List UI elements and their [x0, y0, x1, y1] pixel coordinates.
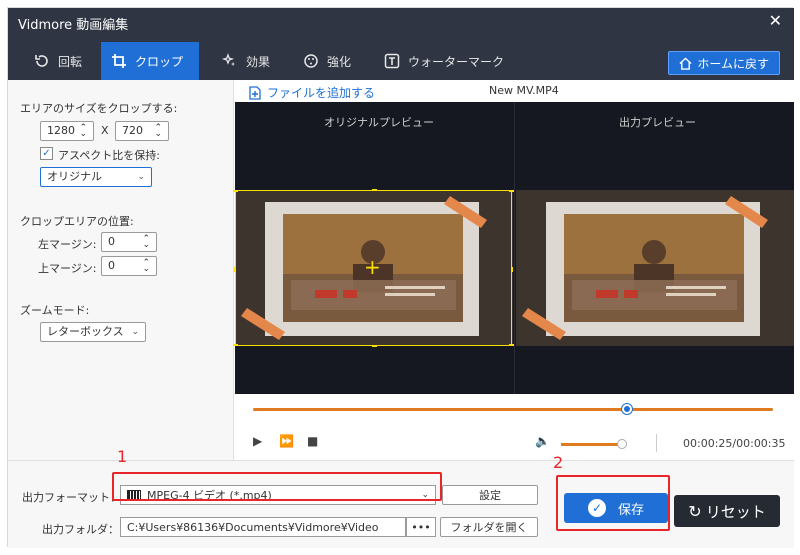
crop-size-label: エリアのサイズをクロップする:	[20, 102, 178, 115]
reset-button-label: リセット	[705, 502, 766, 521]
rotate-icon	[34, 53, 50, 69]
crop-icon	[111, 53, 127, 69]
annotation-box-format	[112, 472, 442, 501]
timecode: 00:00:25/00:00:35	[683, 437, 786, 450]
enhance-icon	[303, 53, 319, 69]
add-file-button[interactable]: ファイルを追加する	[249, 84, 375, 101]
tab-crop-label: クロップ	[135, 54, 184, 69]
tab-rotate-label: 回転	[58, 54, 83, 69]
settings-button[interactable]: 設定	[442, 485, 538, 505]
close-icon[interactable]: ✕	[769, 11, 782, 30]
zoom-mode-value: レターボックス	[47, 325, 124, 338]
chevron-down-icon: ⌄	[131, 327, 139, 337]
keep-aspect-label: アスペクト比を保持:	[58, 149, 160, 162]
checkmark-icon: ✓	[42, 148, 51, 159]
tab-enhance[interactable]: 強化	[293, 42, 361, 80]
original-preview-label: オリジナルプレビュー	[324, 116, 434, 129]
file-name: New MV.MP4	[489, 84, 559, 97]
tab-crop[interactable]: クロップ	[101, 42, 199, 80]
aspect-ratio-value: オリジナル	[47, 170, 102, 183]
left-margin-label: 左マージン:	[38, 238, 97, 251]
preview-header: ファイルを追加する New MV.MP4	[235, 80, 794, 102]
playback-controls: ▶ ⏩ ■ 🔈 00:00:25/00:00:35	[235, 394, 794, 460]
spinner-icon: ⌃ ⌄	[142, 258, 150, 274]
annotation-number-1: 1	[117, 447, 128, 466]
spinner-icon: ⌃ ⌄	[154, 123, 162, 139]
add-file-label: ファイルを追加する	[267, 86, 376, 100]
tab-effect[interactable]: 効果	[212, 42, 280, 80]
tab-enhance-label: 強化	[327, 54, 352, 69]
crop-frame[interactable]: +	[233, 189, 514, 347]
reset-icon: ↻	[688, 501, 702, 521]
home-icon	[679, 56, 692, 70]
zoom-mode-select[interactable]: レターボックス ⌄	[40, 322, 146, 342]
home-button-label: ホームに戻す	[697, 56, 769, 71]
app-window: Vidmore 動画編集 ✕ 回転 クロップ 効果 強化 ウォーターマーク ホー…	[7, 7, 794, 548]
zoom-mode-label: ズームモード:	[20, 304, 90, 317]
tab-effect-label: 効果	[246, 54, 271, 69]
volume-icon[interactable]: 🔈	[535, 434, 550, 448]
left-margin-value: 0	[108, 235, 115, 248]
annotation-number-2: 2	[553, 453, 564, 472]
seek-bar[interactable]	[253, 408, 773, 411]
browse-button[interactable]: •••	[406, 517, 436, 537]
crop-height-input[interactable]: 720 ⌃ ⌄	[115, 121, 169, 141]
output-folder-label: 出力フォルダ：	[42, 523, 119, 536]
crop-width-input[interactable]: 1280 ⌃ ⌄	[40, 121, 94, 141]
crop-height-value: 720	[122, 124, 143, 137]
left-margin-input[interactable]: 0 ⌃ ⌄	[101, 232, 157, 252]
crop-settings-panel: エリアのサイズをクロップする: 1280 ⌃ ⌄ X 720 ⌃ ⌄ ✓ アスペクト…	[8, 80, 234, 460]
add-file-icon	[249, 85, 261, 100]
seek-thumb[interactable]	[622, 404, 633, 414]
effect-icon	[222, 53, 238, 69]
crosshair-icon: +	[364, 255, 381, 279]
crop-width-value: 1280	[47, 124, 75, 137]
tab-rotate[interactable]: 回転	[24, 42, 92, 80]
home-button[interactable]: ホームに戻す	[668, 51, 780, 75]
annotation-box-save	[556, 475, 670, 531]
crop-position-label: クロップエリアの位置:	[20, 215, 134, 228]
volume-thumb[interactable]	[617, 439, 627, 449]
aspect-ratio-select[interactable]: オリジナル ⌄	[40, 167, 152, 187]
watermark-icon	[384, 53, 400, 69]
preview-divider	[514, 102, 515, 394]
stop-icon[interactable]: ■	[307, 434, 318, 448]
fast-forward-icon[interactable]: ⏩	[279, 434, 294, 448]
top-margin-value: 0	[108, 259, 115, 272]
controls-separator	[656, 434, 657, 452]
edit-toolbar: 回転 クロップ 効果 強化 ウォーターマーク ホームに戻す	[8, 36, 794, 80]
title-bar: Vidmore 動画編集 ✕	[8, 8, 794, 36]
output-format-label: 出力フォーマット：	[22, 491, 121, 504]
output-video-frame	[516, 190, 794, 346]
preview-area: オリジナルプレビュー 出力プレビュー +	[233, 102, 794, 394]
spinner-icon: ⌃ ⌄	[142, 234, 150, 250]
tab-watermark[interactable]: ウォーターマーク	[374, 42, 514, 80]
play-icon[interactable]: ▶	[253, 434, 262, 448]
window-title: Vidmore 動画編集	[18, 18, 129, 33]
chevron-down-icon: ⌄	[137, 172, 145, 182]
top-margin-label: 上マージン:	[38, 262, 97, 275]
times-sign: X	[101, 124, 109, 137]
open-folder-button[interactable]: フォルダを開く	[440, 517, 538, 537]
reset-button[interactable]: ↻ リセット	[674, 495, 780, 527]
tab-watermark-label: ウォーターマーク	[408, 54, 505, 69]
output-preview-label: 出力プレビュー	[619, 116, 696, 129]
keep-aspect-checkbox[interactable]: ✓	[40, 147, 53, 160]
volume-slider[interactable]	[561, 443, 621, 446]
spinner-icon: ⌃ ⌄	[79, 123, 87, 139]
top-margin-input[interactable]: 0 ⌃ ⌄	[101, 256, 157, 276]
output-folder-input[interactable]: C:¥Users¥86136¥Documents¥Vidmore¥Video	[120, 517, 406, 537]
